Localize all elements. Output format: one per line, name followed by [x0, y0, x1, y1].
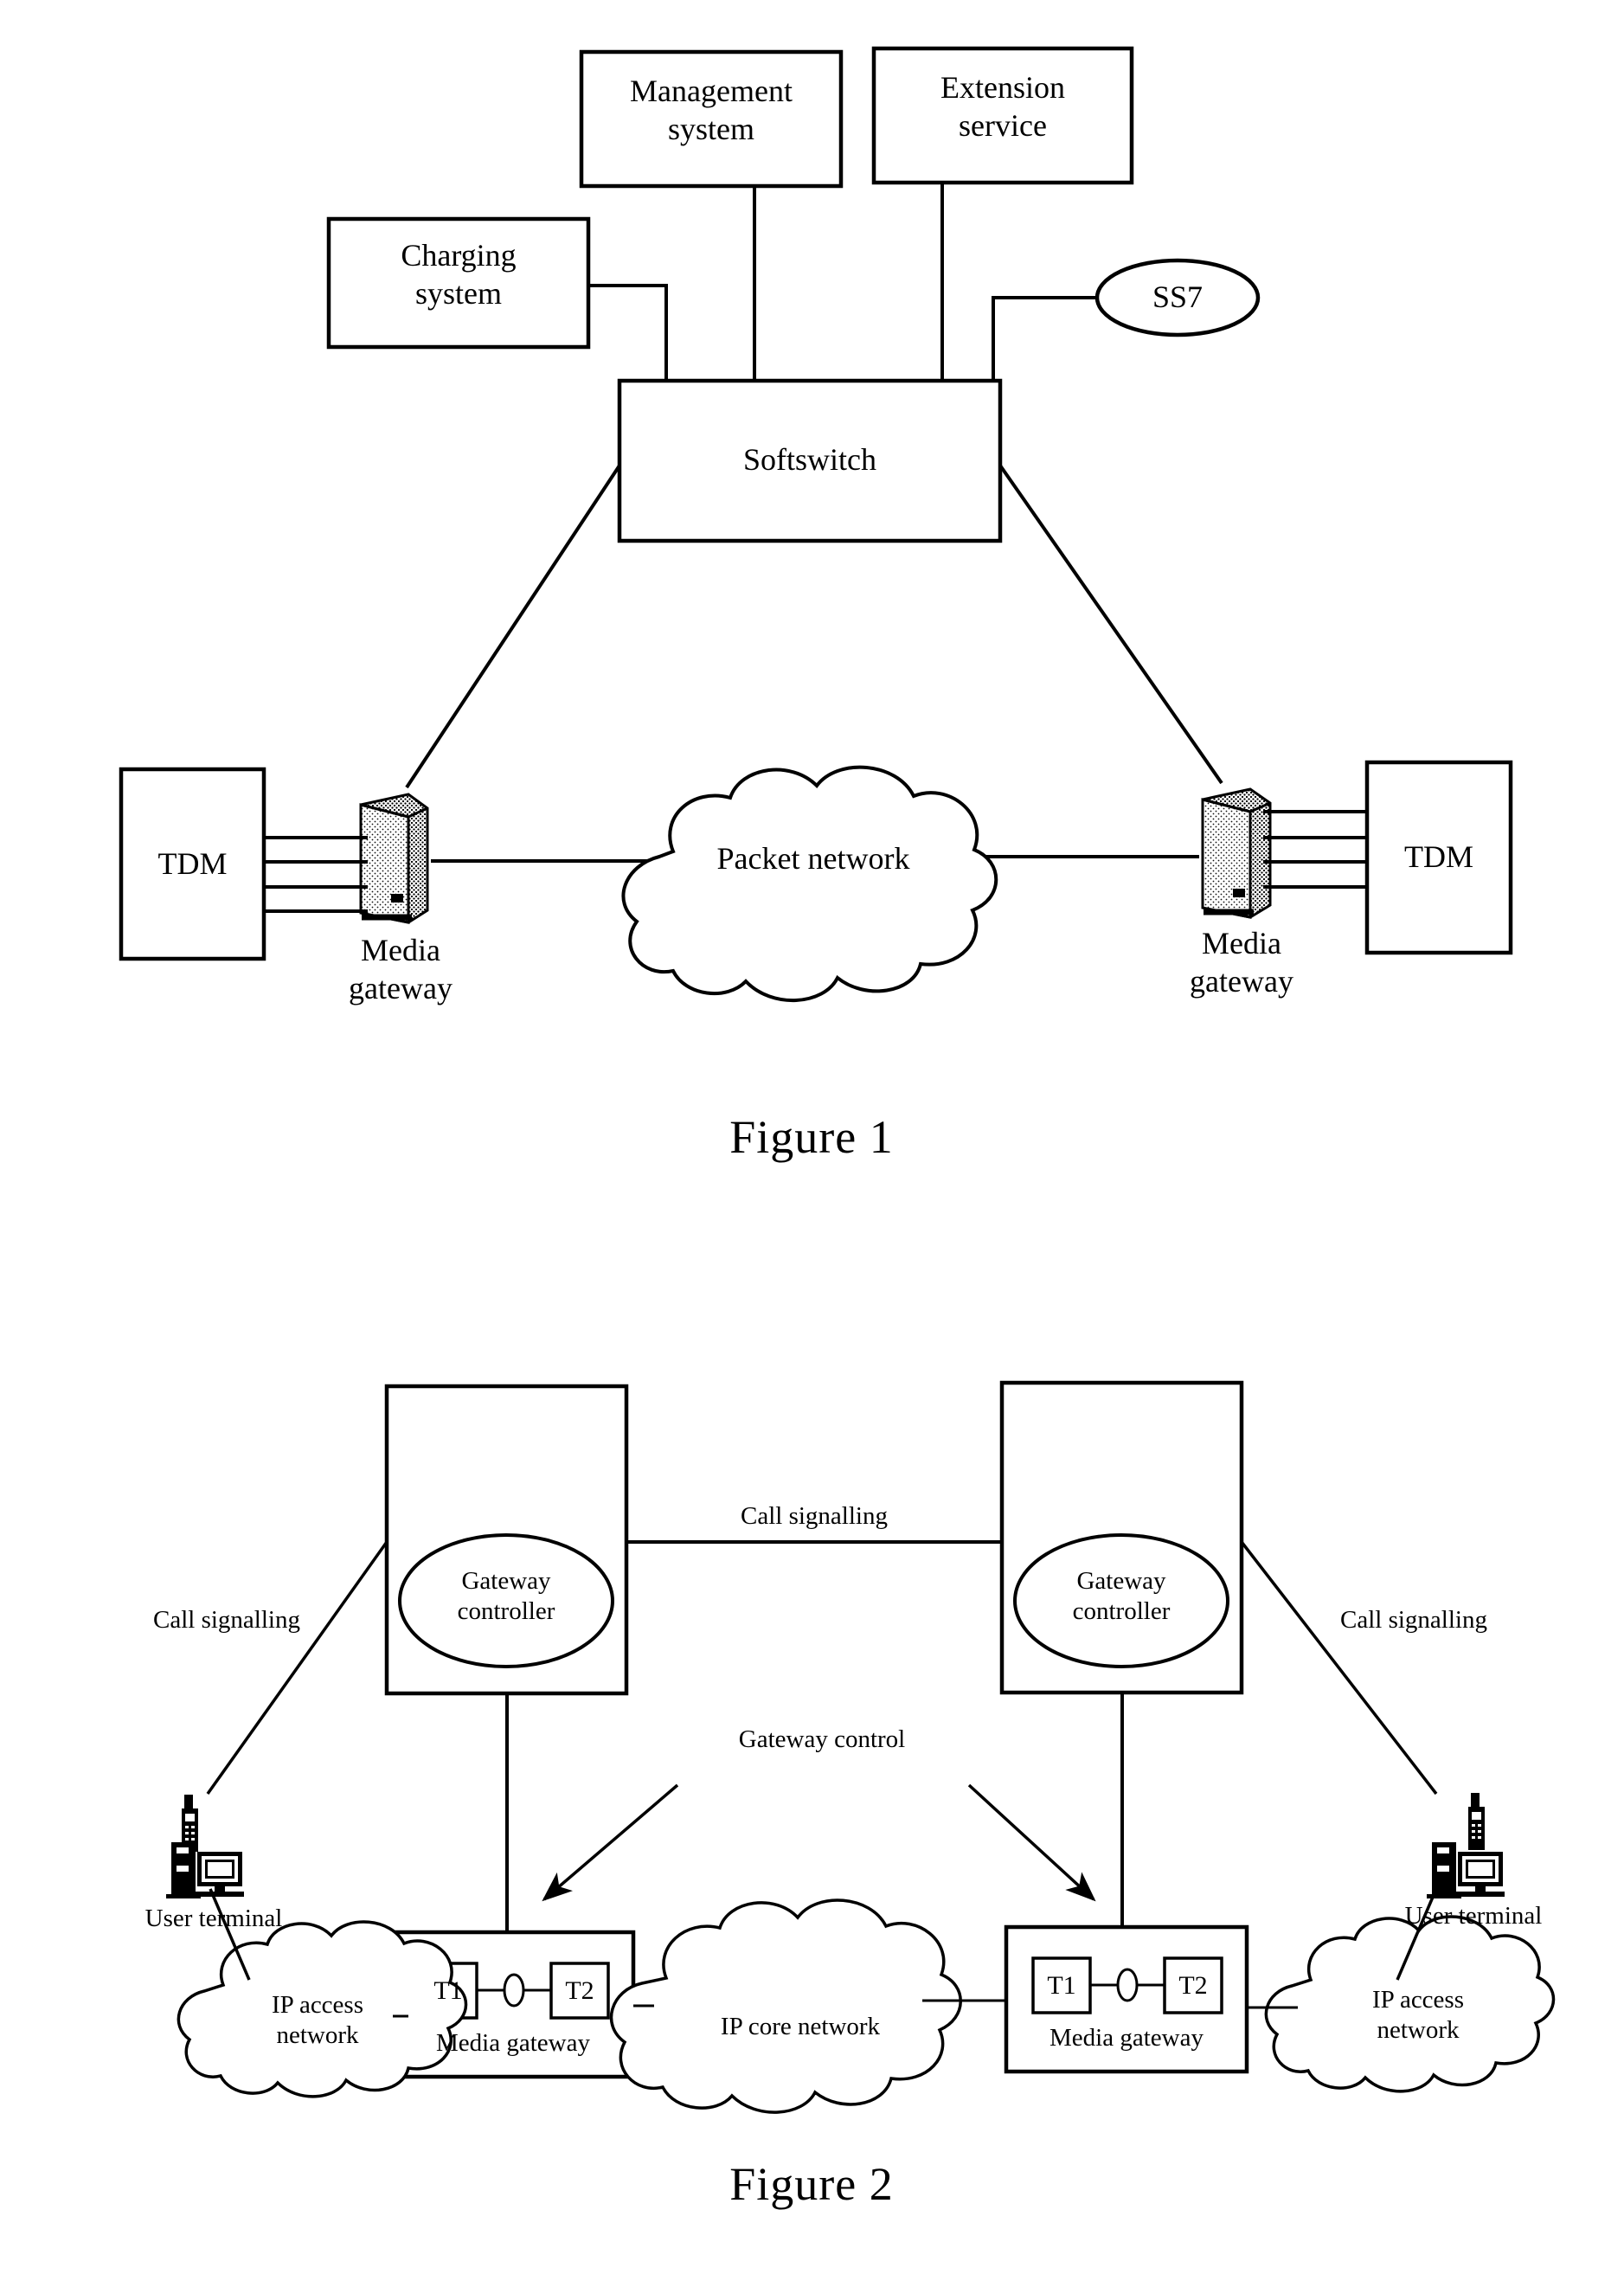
fig2-arrow-gateway-control-left — [542, 1783, 679, 1902]
fig1-packet-network-cloud — [621, 765, 998, 1002]
fig2-t2-right-label: T2 — [1178, 1971, 1208, 2000]
fig1-tdm-left-label: TDM — [157, 846, 228, 881]
fig2-t1-right-label: T1 — [1047, 1971, 1076, 2000]
fig2-t1-t2-left-connector — [503, 1973, 525, 2008]
fig2-ip-core-network-label: IP core network — [720, 2013, 881, 2040]
fig2-call-signalling-right-label: Call signalling — [1340, 1606, 1487, 1634]
fig2-ip-access-network-left-label: IP access network — [271, 1991, 364, 2050]
fig1-packet-network-label: Packet network — [716, 841, 910, 876]
fig2-gateway-controller-right-box — [999, 1380, 1244, 1695]
fig2-link-call-signalling-right — [1240, 1540, 1438, 1796]
fig1-tdm-right-trunks — [1263, 810, 1367, 889]
fig2-call-signalling-center-label: Call signalling — [741, 1502, 888, 1530]
fig1-tdm-right-label: TDM — [1404, 839, 1473, 874]
fig1-charging-system-label: Charging system — [401, 238, 517, 311]
figure-2-caption: Figure 2 — [729, 2158, 894, 2210]
fig1-link-softswitch-to-mg-right — [998, 464, 1223, 785]
fig2-gateway-control-label: Gateway control — [738, 1725, 906, 1753]
fig2-t2-left-label: T2 — [565, 1976, 594, 2005]
fig2-link-user-terminal-left-to-access — [209, 1888, 251, 1981]
fig2-user-terminal-right-icon — [1427, 1793, 1505, 1898]
fig2-media-gateway-right-label: Media gateway — [1050, 2024, 1204, 2052]
fig1-media-gateway-right-label: Media gateway — [1190, 926, 1293, 999]
fig1-link-ss7-to-softswitch — [992, 296, 1097, 381]
patent-drawing-page: Management system Extension service Char… — [0, 0, 1624, 2287]
fig1-media-gateway-right-icon — [1201, 787, 1272, 919]
fig1-link-charging-to-softswitch — [588, 284, 668, 381]
fig2-call-signalling-left-label: Call signalling — [153, 1606, 300, 1634]
fig2-gateway-controller-right-label: Gateway controller — [1072, 1567, 1171, 1626]
fig1-link-softswitch-to-mg-left — [405, 464, 621, 789]
figure-1-caption: Figure 1 — [729, 1111, 894, 1163]
fig1-tdm-left-trunks — [264, 836, 368, 913]
fig2-arrow-gateway-control-right — [967, 1783, 1096, 1902]
fig2-link-call-signalling-left — [206, 1540, 388, 1796]
fig1-extension-service-label: Extension service — [940, 70, 1065, 143]
fig1-media-gateway-left-label: Media gateway — [349, 933, 453, 1005]
fig2-gateway-controller-left-label: Gateway controller — [457, 1567, 555, 1626]
fig2-user-terminal-left-icon — [166, 1795, 244, 1898]
fig2-ip-core-network-cloud — [609, 1898, 962, 2114]
fig2-gateway-controller-left-box — [384, 1384, 629, 1696]
fig2-user-terminal-right-label: User terminal — [1404, 1902, 1543, 1930]
fig1-softswitch-label: Softswitch — [742, 442, 876, 477]
fig1-management-system-label: Management system — [630, 74, 793, 146]
fig2-t1-t2-right-connector — [1116, 1968, 1139, 2002]
fig1-ss7-label: SS7 — [1152, 279, 1204, 314]
fig2-ip-access-network-right-label: IP access network — [1371, 1986, 1465, 2045]
fig1-media-gateway-left-icon — [359, 793, 429, 924]
fig2-user-terminal-left-label: User terminal — [144, 1905, 283, 1932]
